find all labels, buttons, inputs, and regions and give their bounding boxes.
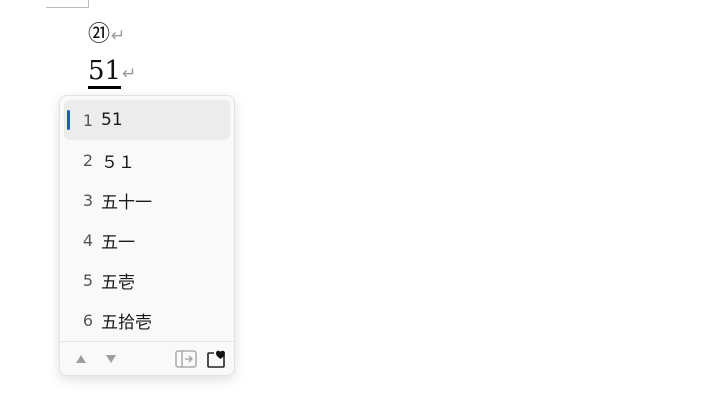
candidate-number: 6: [82, 310, 94, 330]
candidate-text: 五壱: [101, 272, 135, 293]
candidate-number: 5: [82, 270, 94, 290]
candidate-footer: [60, 342, 234, 376]
triangle-down-icon: [106, 355, 116, 363]
paragraph-mark-icon: ↵: [111, 26, 126, 46]
paragraph-mark-icon: ↵: [122, 64, 137, 84]
expand-candidates-button[interactable]: [174, 348, 198, 370]
document-line-1[interactable]: ㉑↵: [88, 16, 125, 48]
selection-indicator: [67, 110, 70, 130]
candidate-text: ５１: [101, 152, 135, 173]
margin-corner-mark: [46, 0, 89, 8]
triangle-up-icon: [76, 355, 86, 363]
candidate-text: 五拾壱: [101, 312, 152, 333]
candidate-text: 五十一: [101, 192, 152, 213]
candidate-text: 51: [101, 110, 123, 130]
candidate-number: 4: [82, 230, 94, 250]
next-page-button[interactable]: [101, 349, 121, 369]
candidate-number: 2: [82, 150, 94, 170]
circled-number-text: ㉑: [88, 22, 111, 47]
candidate-text: 五一: [101, 232, 135, 253]
candidate-item-1[interactable]: 1 51: [64, 100, 230, 140]
heart-clipboard-icon: [207, 350, 225, 368]
candidate-number: 1: [82, 110, 94, 130]
composition-text: 51: [88, 56, 122, 89]
candidate-item-5[interactable]: 5 五壱: [64, 260, 230, 300]
candidate-item-2[interactable]: 2 ５１: [64, 140, 230, 180]
candidate-list: 1 51 2 ５１ 3 五十一 4 五一 5 五壱 6 五拾壱: [60, 100, 234, 340]
previous-page-button[interactable]: [71, 349, 91, 369]
expand-panel-icon: [175, 350, 197, 368]
document-line-2[interactable]: 51↵: [88, 56, 137, 89]
candidate-item-3[interactable]: 3 五十一: [64, 180, 230, 220]
candidate-number: 3: [82, 190, 94, 210]
ime-candidate-window: 1 51 2 ５１ 3 五十一 4 五一 5 五壱 6 五拾壱: [59, 95, 235, 376]
clipboard-favorite-button[interactable]: [204, 347, 228, 371]
document-page: ㉑↵ 51↵ 1 51 2 ５１ 3 五十一 4 五一 5 五壱 6 五拾壱: [0, 0, 715, 394]
candidate-item-4[interactable]: 4 五一: [64, 220, 230, 260]
candidate-item-6[interactable]: 6 五拾壱: [64, 300, 230, 340]
